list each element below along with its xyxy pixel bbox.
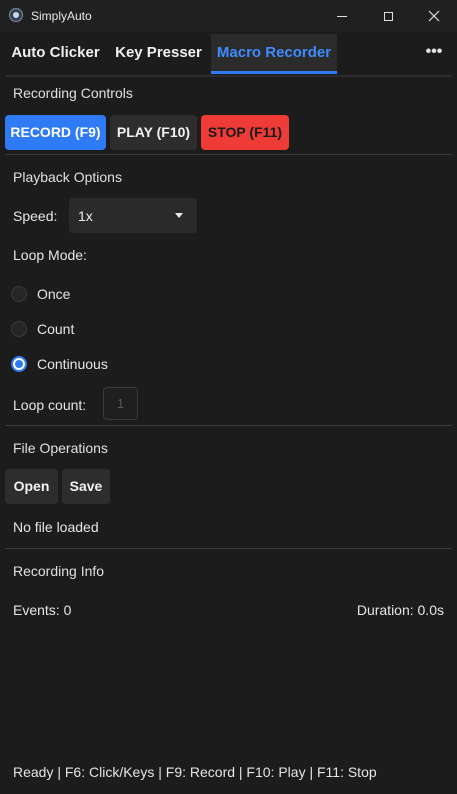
tab-bar: Auto Clicker Key Presser Macro Recorder: [0, 34, 457, 74]
close-icon: [428, 10, 440, 22]
section-divider: [5, 154, 452, 155]
loop-count-input[interactable]: 1: [103, 387, 138, 420]
file-operations-heading: File Operations: [13, 440, 108, 456]
app-logo-icon: [9, 8, 23, 22]
speed-select[interactable]: 1x: [69, 198, 197, 233]
loop-mode-continuous-radio[interactable]: [11, 356, 27, 372]
play-button[interactable]: PLAY (F10): [110, 115, 197, 150]
recording-controls-heading: Recording Controls: [13, 85, 133, 101]
more-options-icon[interactable]: •••: [420, 34, 448, 74]
minimize-icon: [337, 15, 347, 17]
section-divider: [5, 548, 452, 549]
tab-divider: [5, 75, 452, 77]
status-bar: Ready | F6: Click/Keys | F9: Record | F1…: [13, 764, 377, 780]
loop-mode-once-radio[interactable]: [11, 286, 27, 302]
loop-mode-continuous-label: Continuous: [37, 356, 108, 372]
speed-label: Speed:: [13, 208, 58, 224]
loop-mode-count-label: Count: [37, 321, 75, 337]
record-button[interactable]: RECORD (F9): [5, 115, 106, 150]
loop-count-label: Loop count:: [13, 397, 87, 413]
loop-mode-label: Loop Mode:: [13, 247, 87, 263]
save-button[interactable]: Save: [62, 469, 110, 504]
loop-mode-count-radio[interactable]: [11, 321, 27, 337]
minimize-button[interactable]: [319, 0, 365, 32]
maximize-button[interactable]: [365, 0, 411, 32]
section-divider: [5, 425, 452, 426]
close-button[interactable]: [411, 0, 457, 32]
playback-options-heading: Playback Options: [13, 169, 122, 185]
tab-auto-clicker[interactable]: Auto Clicker: [5, 34, 106, 74]
chevron-down-icon: [175, 213, 183, 218]
tab-macro-recorder[interactable]: Macro Recorder: [211, 34, 337, 74]
recording-info-heading: Recording Info: [13, 563, 105, 579]
window-title: SimplyAuto: [31, 9, 92, 23]
open-button[interactable]: Open: [5, 469, 58, 504]
tab-key-presser[interactable]: Key Presser: [110, 34, 207, 74]
duration-value: Duration: 0.0s: [356, 602, 444, 618]
file-status-text: No file loaded: [13, 519, 99, 535]
speed-select-value: 1x: [78, 208, 93, 224]
title-bar: SimplyAuto: [0, 0, 457, 32]
loop-mode-once-label: Once: [37, 286, 71, 302]
maximize-icon: [383, 11, 393, 21]
stop-button[interactable]: STOP (F11): [201, 115, 289, 150]
events-count: Events: 0: [13, 602, 72, 618]
